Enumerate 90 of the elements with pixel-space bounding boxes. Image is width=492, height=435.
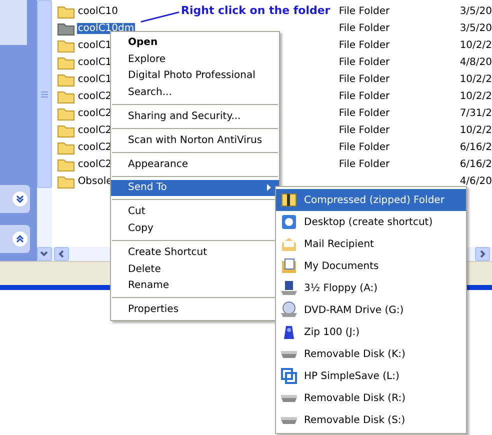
menu-item[interactable]: Rename xyxy=(111,278,279,294)
folder-icon xyxy=(56,106,75,120)
menu-item[interactable]: My Documents xyxy=(276,255,466,277)
chevron-down-icon[interactable] xyxy=(12,191,28,207)
file-type: File Folder xyxy=(338,74,390,85)
chevron-up-icon[interactable] xyxy=(12,231,28,247)
menu-item[interactable]: HP SimpleSave (L:) xyxy=(276,365,466,387)
file-date: 7/31/2 xyxy=(460,108,492,119)
menu-item[interactable]: Send To xyxy=(111,180,279,196)
menu-item[interactable]: Copy xyxy=(111,220,279,237)
pane-panel xyxy=(0,0,27,45)
file-name[interactable]: coolC1 xyxy=(76,40,113,51)
folder-icon xyxy=(56,124,75,138)
file-date: 3/5/20 xyxy=(460,6,492,17)
chevron-left-icon xyxy=(58,250,64,258)
file-name[interactable]: coolC2 xyxy=(76,91,113,102)
file-date: 10/2/2 xyxy=(460,40,492,51)
file-date: 4/6/20 xyxy=(460,176,492,187)
menu-item[interactable]: Scan with Norton AntiVirus xyxy=(111,132,279,149)
menu-item[interactable]: Appearance xyxy=(111,156,279,173)
disc-drive-icon xyxy=(280,301,298,319)
menu-item[interactable]: Delete xyxy=(111,260,279,278)
menu-item[interactable]: Properties xyxy=(111,301,279,318)
folder-icon xyxy=(56,56,75,70)
menu-item[interactable]: Sharing and Security... xyxy=(111,108,279,125)
file-date: 10/2/2 xyxy=(460,91,492,102)
menu-item[interactable]: Cut xyxy=(111,203,279,220)
floppy-drive-icon xyxy=(280,279,298,297)
chevron-right-icon xyxy=(480,250,486,258)
chevron-down-icon xyxy=(40,251,48,257)
menu-item[interactable]: Explore xyxy=(111,50,279,68)
scroll-down-button[interactable] xyxy=(36,247,52,261)
file-date: 6/16/2 xyxy=(460,142,492,153)
file-date: 10/2/2 xyxy=(460,74,492,85)
menu-item[interactable]: Removable Disk (R:) xyxy=(276,387,466,409)
menu-item[interactable]: DVD-RAM Drive (G:) xyxy=(276,299,466,321)
grip-icon xyxy=(40,90,48,98)
folder-icon xyxy=(56,90,75,104)
menu-item[interactable]: Removable Disk (S:) xyxy=(276,409,466,431)
folder-icon xyxy=(56,174,75,188)
disk-drive-icon xyxy=(280,394,298,402)
zipped-folder-icon xyxy=(280,191,298,209)
scroll-thumb[interactable] xyxy=(36,0,52,188)
file-type: File Folder xyxy=(338,108,390,119)
document-folder-icon xyxy=(280,257,298,275)
folder-icon xyxy=(56,72,75,86)
file-name[interactable]: coolC10 xyxy=(76,6,120,17)
folder-icon xyxy=(56,22,75,36)
file-name[interactable]: coolC1 xyxy=(76,74,113,85)
annotation-text: Right click on the folder xyxy=(181,4,330,17)
menu-item[interactable]: 3½ Floppy (A:) xyxy=(276,277,466,299)
disk-drive-icon xyxy=(280,416,298,424)
scroll-left-button[interactable] xyxy=(54,247,69,261)
leader-line xyxy=(140,10,180,24)
file-name[interactable]: coolC2 xyxy=(76,159,113,170)
scroll-right-button[interactable] xyxy=(475,247,490,261)
menu-item[interactable]: Desktop (create shortcut) xyxy=(276,211,466,233)
disk-drive-icon xyxy=(280,350,298,358)
file-type: File Folder xyxy=(338,142,390,153)
menu-item[interactable]: Zip 100 (J:) xyxy=(276,321,466,343)
file-type: File Folder xyxy=(338,6,390,17)
folder-icon xyxy=(56,140,75,154)
menu-item[interactable]: Mail Recipient xyxy=(276,233,466,255)
folder-icon xyxy=(56,4,75,18)
scrollbar[interactable] xyxy=(36,0,52,261)
menu-item[interactable]: Open xyxy=(111,34,279,51)
file-type: File Folder xyxy=(338,57,390,68)
file-type: File Folder xyxy=(338,91,390,102)
file-type: File Folder xyxy=(338,159,390,170)
menu-item[interactable]: Digital Photo Professional xyxy=(111,68,279,84)
menu-item[interactable]: Search... xyxy=(111,84,279,102)
file-type: File Folder xyxy=(338,125,390,136)
desktop-shortcut-icon xyxy=(280,213,298,231)
file-name[interactable]: coolC2 xyxy=(76,125,113,136)
file-name[interactable]: coolC1 xyxy=(76,57,113,68)
file-type: File Folder xyxy=(338,40,390,51)
file-date: 6/16/2 xyxy=(460,159,492,170)
file-type: File Folder xyxy=(338,23,390,34)
file-date: 10/2/2 xyxy=(460,125,492,136)
envelope-icon xyxy=(280,235,298,253)
file-name[interactable]: coolC2 xyxy=(76,108,113,119)
folder-icon xyxy=(56,158,75,172)
menu-item[interactable]: Compressed (zipped) Folder xyxy=(276,189,466,211)
file-date: 4/8/20 xyxy=(460,57,492,68)
folder-icon xyxy=(56,38,75,52)
menu-item[interactable]: Removable Disk (K:) xyxy=(276,343,466,365)
menu-item[interactable]: Create Shortcut xyxy=(111,244,279,261)
squares-icon xyxy=(280,367,298,385)
file-date: 3/5/20 xyxy=(460,23,492,34)
file-name[interactable]: coolC2 xyxy=(76,142,113,153)
